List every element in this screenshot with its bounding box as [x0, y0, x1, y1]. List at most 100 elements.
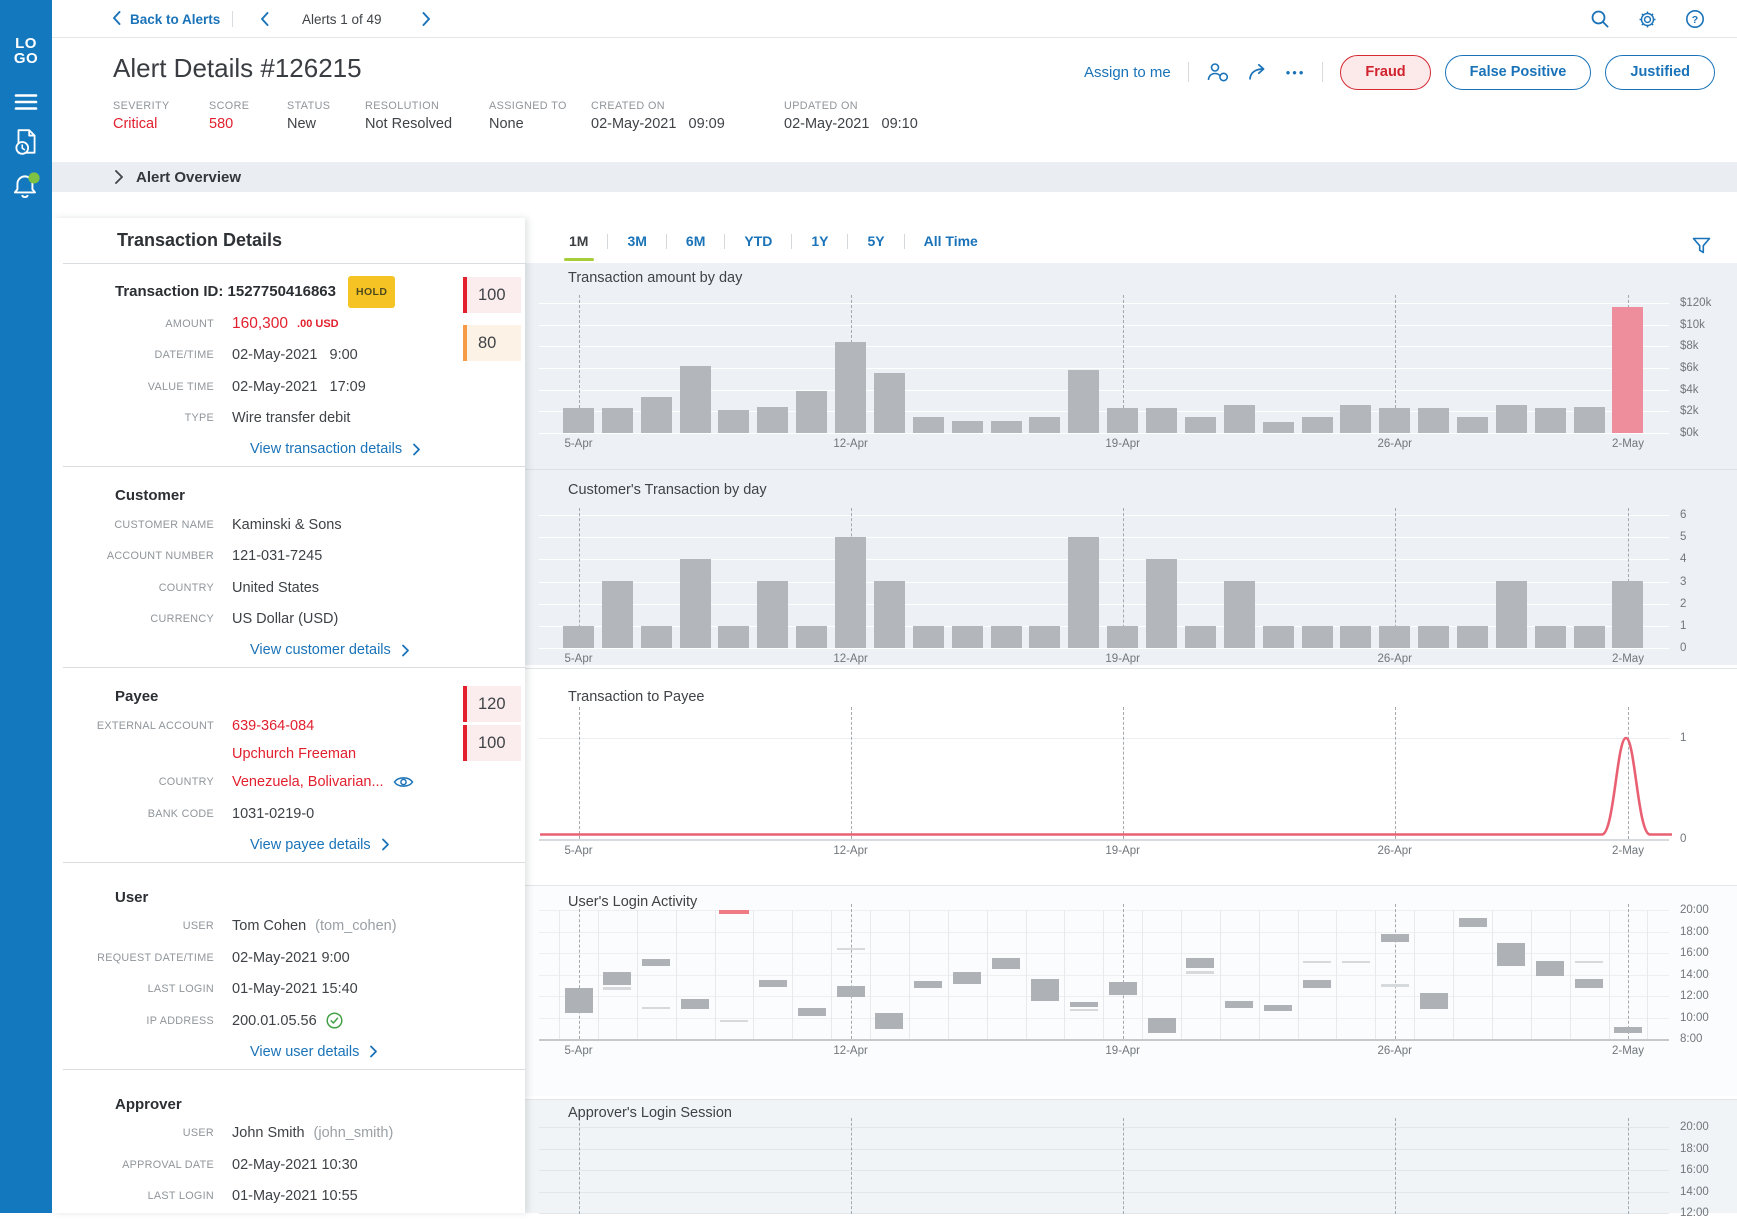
detail-value: 01-May-2021 15:40	[232, 981, 358, 997]
topbar-divider	[232, 0, 233, 38]
chart-transaction-to-payee: Transaction to Payee105-Apr12-Apr19-Apr2…	[525, 668, 1737, 882]
false-positive-button[interactable]: False Positive	[1445, 55, 1592, 90]
detail-label: CUSTOMER NAME	[52, 519, 232, 531]
score-badge: 80	[463, 325, 521, 361]
alert-overview-toggle[interactable]: Alert Overview	[52, 162, 1737, 192]
field-value: New	[287, 116, 316, 132]
forward-icon[interactable]	[1247, 63, 1269, 81]
field-value: 580	[209, 116, 233, 132]
bar	[1379, 626, 1410, 648]
gridline-h	[539, 346, 1669, 347]
session-bar	[1148, 1018, 1176, 1033]
x-axis-label: 2-May	[1596, 1045, 1660, 1057]
view-details-link[interactable]: View transaction details	[250, 434, 525, 466]
search-icon[interactable]	[1590, 0, 1610, 38]
tab-all-time[interactable]: All Time	[905, 225, 997, 257]
view-details-label: View customer details	[250, 642, 391, 658]
x-axis-label: 5-Apr	[547, 1045, 611, 1057]
detail-value-text: 639-364-084	[232, 718, 314, 734]
detail-label: APPROVAL DATE	[52, 1159, 232, 1171]
next-alert-button[interactable]	[422, 0, 431, 38]
gridline-week	[1123, 904, 1124, 1039]
tab-ytd[interactable]: YTD	[725, 225, 791, 257]
bar	[952, 626, 983, 648]
bell-icon[interactable]	[0, 172, 52, 200]
tab-5y[interactable]: 5Y	[848, 225, 903, 257]
gridline-day	[753, 910, 754, 1039]
gear-icon[interactable]	[1638, 0, 1657, 38]
section-heading-label: Payee	[115, 684, 158, 710]
back-to-alerts-link[interactable]: Back to Alerts	[112, 0, 220, 38]
x-axis-label: 12-Apr	[819, 1045, 883, 1057]
gridline-h	[539, 648, 1669, 649]
bar	[1029, 626, 1060, 648]
field-label-score: SCORE	[209, 100, 249, 112]
view-details-link[interactable]: View user details	[250, 1037, 525, 1069]
chart-title: User's Login Activity	[568, 894, 697, 910]
gridline-h	[539, 433, 1669, 434]
x-axis-label: 2-May	[1596, 845, 1660, 857]
y-axis-label: 4	[1680, 553, 1686, 565]
field-value: None	[489, 116, 524, 132]
y-axis-label: 3	[1680, 576, 1686, 588]
gridline-day	[792, 910, 793, 1039]
app-logo[interactable]: LO GO	[0, 36, 52, 66]
y-axis-label: 12:00	[1680, 1207, 1709, 1219]
session-bar-light	[837, 948, 865, 951]
detail-value: 02-May-2021 10:30	[232, 1157, 358, 1173]
help-icon[interactable]: ?	[1685, 0, 1705, 38]
bar-highlight	[1612, 307, 1643, 433]
bar	[952, 421, 983, 433]
y-axis-label: 6	[1680, 509, 1686, 521]
detail-label: AMOUNT	[52, 318, 232, 330]
eye-icon[interactable]	[393, 775, 414, 789]
gridline-h	[539, 1127, 1669, 1128]
more-actions-button[interactable]: •••	[1286, 65, 1306, 80]
bar	[718, 410, 749, 433]
filter-icon[interactable]	[1692, 237, 1711, 260]
bar	[1574, 626, 1605, 648]
x-axis-label: 26-Apr	[1363, 1045, 1427, 1057]
tab-3m[interactable]: 3M	[608, 225, 665, 257]
chart-title: Customer's Transaction by day	[568, 482, 767, 498]
view-details-link[interactable]: View customer details	[250, 635, 525, 667]
detail-label: IP ADDRESS	[52, 1015, 232, 1027]
detail-value-text: Venezuela, Bolivarian...	[232, 774, 384, 790]
detail-label: LAST LOGIN	[52, 1190, 232, 1202]
gridline-day	[1259, 910, 1260, 1039]
session-bar	[1536, 961, 1564, 976]
detail-value-text: 160,300	[232, 315, 288, 333]
bar	[1068, 537, 1099, 648]
detail-label: BANK CODE	[52, 808, 232, 820]
gridline-h	[539, 325, 1669, 326]
gridline-day	[1609, 910, 1610, 1039]
detail-label: DATE/TIME	[52, 349, 232, 361]
assign-user-icon[interactable]	[1206, 62, 1230, 82]
previous-alert-button[interactable]	[260, 0, 269, 38]
gridline-h	[539, 1213, 1669, 1214]
menu-icon[interactable]	[0, 92, 52, 112]
session-bar	[1109, 982, 1137, 995]
justified-button[interactable]: Justified	[1605, 55, 1715, 90]
session-bar-light	[1186, 971, 1214, 974]
tab-6m[interactable]: 6M	[667, 225, 724, 257]
bar	[718, 626, 749, 648]
gridline-day	[1298, 910, 1299, 1039]
report-clock-icon[interactable]	[0, 127, 52, 157]
detail-row: LAST LOGIN01-May-2021 15:40	[52, 974, 525, 1006]
fraud-button[interactable]: Fraud	[1340, 55, 1430, 90]
detail-label: LAST LOGIN	[52, 983, 232, 995]
view-details-link[interactable]: View payee details	[250, 830, 525, 862]
detail-value: 639-364-084	[232, 718, 314, 734]
alert-pager-label: Alerts 1 of 49	[302, 0, 382, 38]
detail-value-muted: (john_smith)	[314, 1125, 394, 1141]
gridline-day	[559, 910, 560, 1039]
bar	[1340, 405, 1371, 433]
tab-1m[interactable]: 1M	[550, 225, 607, 257]
tab-1y[interactable]: 1Y	[792, 225, 847, 257]
detail-label: ACCOUNT NUMBER	[52, 550, 232, 562]
assign-to-me-link[interactable]: Assign to me	[1084, 64, 1171, 81]
chevron-left-icon	[112, 11, 121, 28]
detail-value-text: 02-May-2021 17:09	[232, 379, 366, 395]
y-axis-label: 5	[1680, 531, 1686, 543]
